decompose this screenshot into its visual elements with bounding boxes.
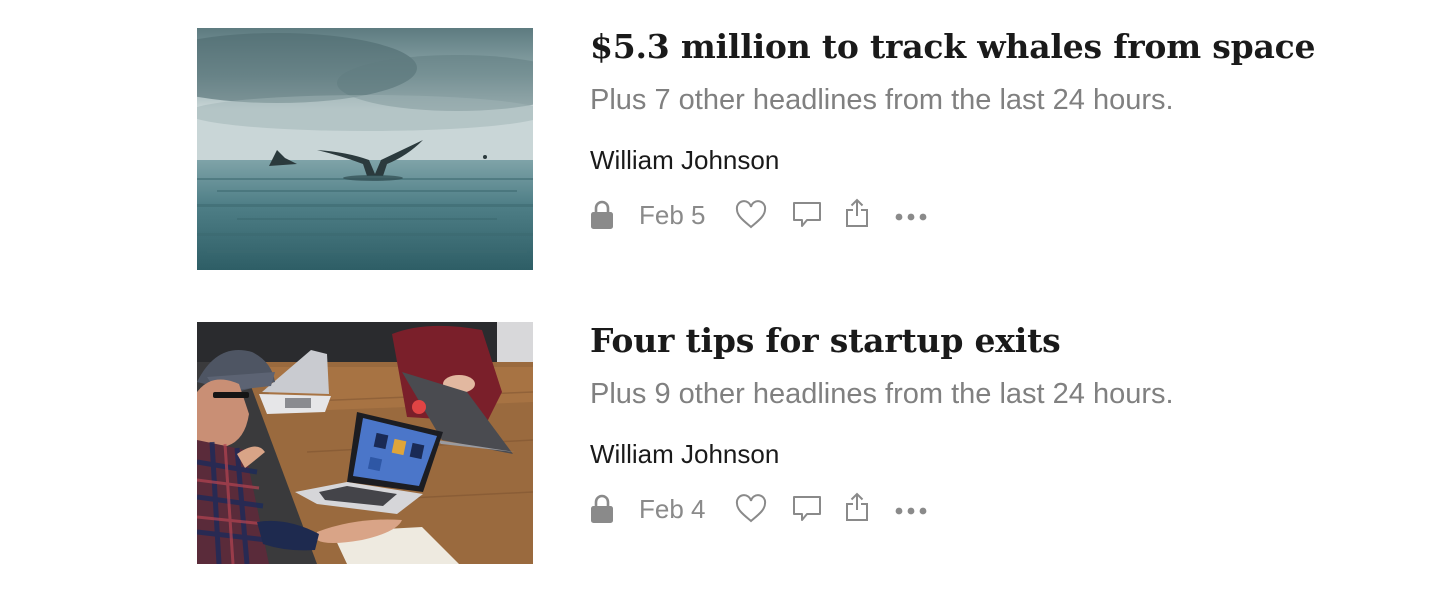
post-author[interactable]: William Johnson <box>590 438 779 470</box>
share-icon[interactable] <box>845 198 869 233</box>
post-author[interactable]: William Johnson <box>590 144 779 176</box>
lock-icon <box>590 200 614 235</box>
share-icon[interactable] <box>845 492 869 527</box>
post-meta-bar: Feb 5 <box>590 196 990 236</box>
post-date: Feb 5 <box>639 200 706 230</box>
post-thumbnail[interactable] <box>197 322 533 564</box>
post-title[interactable]: Four tips for startup exits <box>590 320 1061 362</box>
meeting-laptops-photo <box>197 322 533 564</box>
more-icon[interactable] <box>895 209 927 227</box>
post-date: Feb 4 <box>639 494 706 524</box>
post-meta-bar: Feb 4 <box>590 490 990 530</box>
heart-icon[interactable] <box>735 200 767 235</box>
post-subtitle: Plus 7 other headlines from the last 24 … <box>590 84 1174 116</box>
post-item[interactable]: $5.3 million to track whales from space … <box>197 27 1316 270</box>
comment-icon[interactable] <box>792 495 822 528</box>
post-title[interactable]: $5.3 million to track whales from space <box>590 26 1316 68</box>
whale-tail-photo <box>197 28 533 270</box>
post-item[interactable]: Four tips for startup exits Plus 9 other… <box>197 320 1297 564</box>
post-subtitle: Plus 9 other headlines from the last 24 … <box>590 378 1174 410</box>
heart-icon[interactable] <box>735 494 767 529</box>
post-thumbnail[interactable] <box>197 28 533 270</box>
lock-icon <box>590 494 614 529</box>
comment-icon[interactable] <box>792 201 822 234</box>
more-icon[interactable] <box>895 503 927 521</box>
